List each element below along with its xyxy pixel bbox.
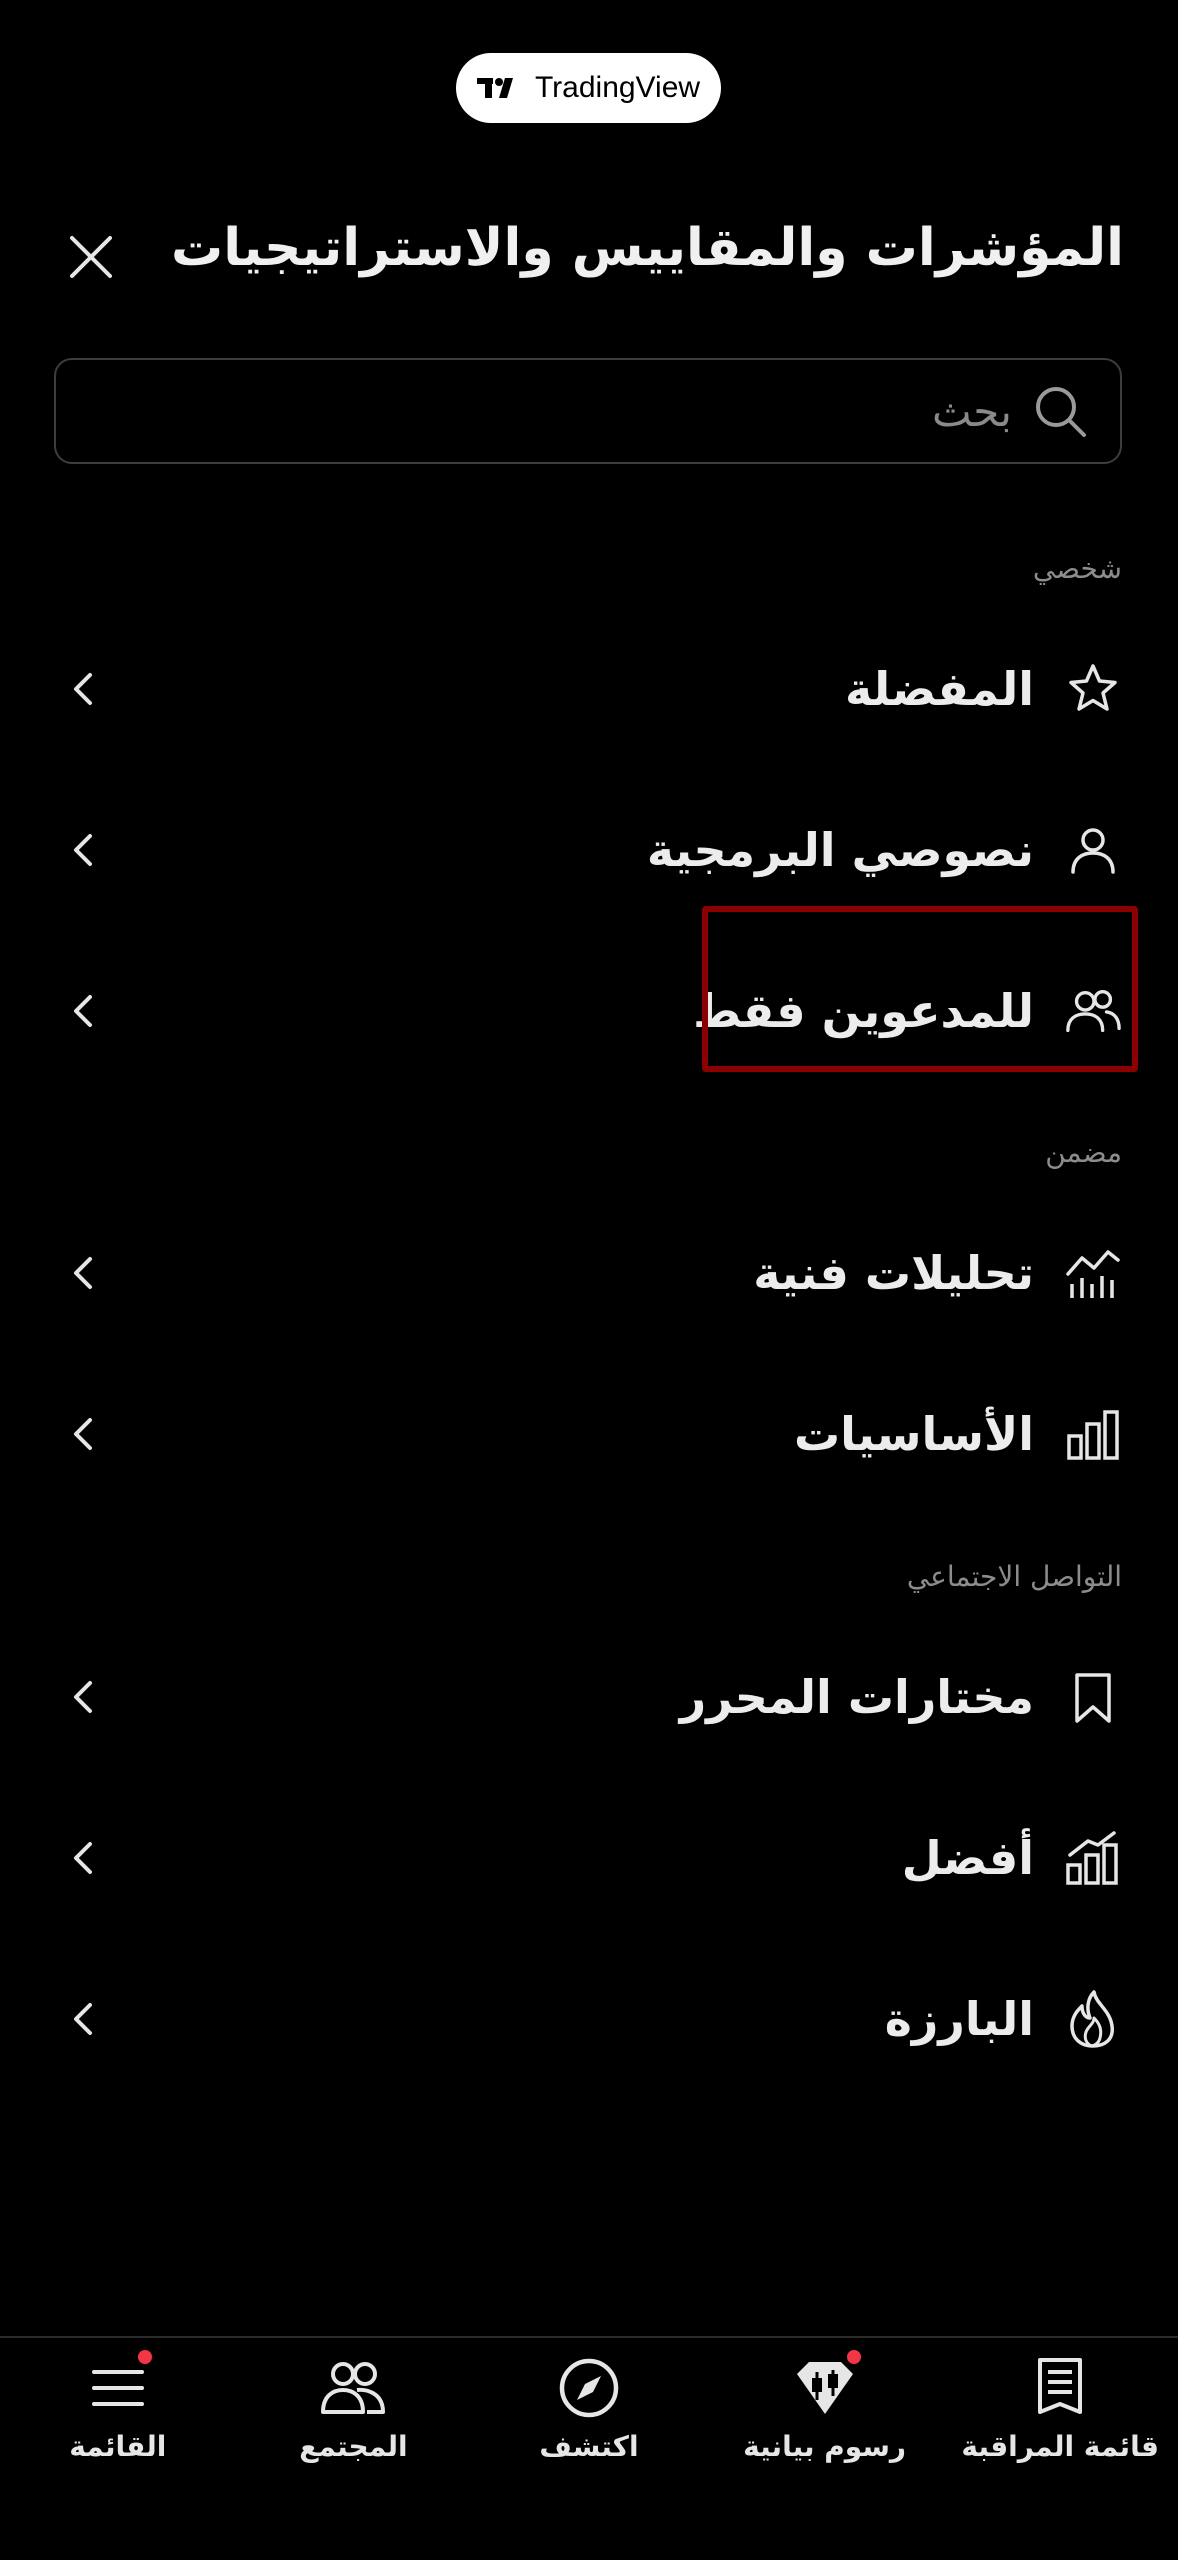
list-item-favorites[interactable]: المفضلة bbox=[54, 614, 1122, 764]
technicals-icon bbox=[1064, 1244, 1122, 1302]
list-item-fundamentals[interactable]: الأساسيات bbox=[54, 1359, 1122, 1509]
nav-menu[interactable]: القائمة bbox=[8, 2350, 228, 2463]
list-item-label: مختارات المحرر bbox=[679, 1670, 1034, 1724]
section-title-builtin: مضمن bbox=[1045, 1136, 1122, 1169]
search-icon bbox=[1036, 387, 1086, 437]
flame-icon bbox=[1064, 1990, 1122, 2048]
list-item-trending[interactable]: البارزة bbox=[54, 1944, 1122, 2094]
highlight-box bbox=[702, 906, 1138, 1072]
compass-icon bbox=[557, 2356, 621, 2420]
nav-label: القائمة bbox=[69, 2430, 167, 2463]
nav-watchlist[interactable]: قائمة المراقبة bbox=[950, 2356, 1170, 2463]
chevron-left-icon bbox=[74, 1681, 92, 1713]
tradingview-logo-icon bbox=[476, 78, 513, 98]
top-chart-icon bbox=[1064, 1829, 1122, 1887]
list-item-top[interactable]: أفضل bbox=[54, 1783, 1122, 1933]
bookmark-icon bbox=[1064, 1668, 1122, 1726]
bottom-nav: قائمة المراقبة رسوم بيانية اكتشف المجتمع… bbox=[0, 2336, 1178, 2560]
list-item-label: المفضلة bbox=[845, 662, 1034, 716]
list-item-label: الأساسيات bbox=[793, 1407, 1034, 1461]
nav-label: اكتشف bbox=[539, 2430, 639, 2463]
nav-charts[interactable]: رسوم بيانية bbox=[715, 2350, 935, 2463]
nav-label: رسوم بيانية bbox=[743, 2430, 906, 2463]
section-title-community: التواصل الاجتماعي bbox=[906, 1560, 1122, 1593]
list-item-label: نصوصي البرمجية bbox=[646, 823, 1034, 877]
list-item-technicals[interactable]: تحليلات فنية bbox=[54, 1198, 1122, 1348]
chevron-left-icon bbox=[74, 673, 92, 705]
nav-label: المجتمع bbox=[299, 2430, 408, 2463]
nav-label: قائمة المراقبة bbox=[961, 2430, 1159, 2463]
nav-explore[interactable]: اكتشف bbox=[479, 2356, 699, 2463]
user-icon bbox=[1064, 821, 1122, 879]
list-item-editors-picks[interactable]: مختارات المحرر bbox=[54, 1622, 1122, 1772]
notification-dot bbox=[846, 2350, 861, 2364]
community-icon bbox=[321, 2356, 386, 2420]
search-bar[interactable] bbox=[54, 358, 1122, 464]
chevron-left-icon bbox=[74, 1842, 92, 1874]
menu-icon bbox=[86, 2350, 152, 2420]
search-input[interactable] bbox=[86, 385, 1014, 437]
page-title: المؤشرات والمقاييس والاستراتيجيات bbox=[171, 218, 1124, 278]
list-item-label: أفضل bbox=[901, 1831, 1034, 1885]
nav-community[interactable]: المجتمع bbox=[243, 2356, 463, 2463]
chevron-left-icon bbox=[74, 995, 92, 1027]
chevron-left-icon bbox=[74, 1257, 92, 1289]
tradingview-badge: TradingView bbox=[456, 53, 721, 123]
watchlist-icon bbox=[1028, 2356, 1092, 2420]
close-icon[interactable] bbox=[66, 232, 116, 282]
list-item-my-scripts[interactable]: نصوصي البرمجية bbox=[54, 775, 1122, 925]
chevron-left-icon bbox=[74, 2003, 92, 2035]
list-item-label: البارزة bbox=[884, 1992, 1034, 2046]
chart-icon bbox=[793, 2350, 861, 2420]
brand-name: TradingView bbox=[534, 71, 701, 104]
notification-dot bbox=[137, 2350, 152, 2364]
section-title-personal: شخصي bbox=[1032, 552, 1122, 585]
star-icon bbox=[1064, 660, 1122, 718]
chevron-left-icon bbox=[74, 834, 92, 866]
bar-chart-icon bbox=[1064, 1405, 1122, 1463]
chevron-left-icon bbox=[74, 1418, 92, 1450]
list-item-label: تحليلات فنية bbox=[753, 1246, 1034, 1300]
